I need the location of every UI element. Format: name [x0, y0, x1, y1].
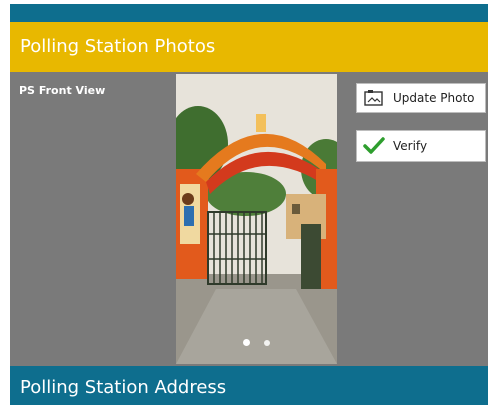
image-icon: [363, 87, 385, 109]
update-photo-button[interactable]: Update Photo: [356, 83, 486, 113]
photo-label: PS Front View: [19, 84, 106, 97]
carousel-indicator: [176, 331, 337, 350]
top-stripe: [10, 4, 488, 22]
section-title: Polling Station Photos: [20, 36, 216, 57]
carousel-dot[interactable]: [263, 340, 270, 346]
checkmark-icon: [363, 135, 385, 157]
section-header: Polling Station Photos: [10, 22, 488, 72]
address-section-header: Polling Station Address: [10, 366, 488, 405]
photo-panel: PS Front View Update Photo Verify: [10, 72, 488, 366]
update-photo-label: Update Photo: [393, 91, 475, 105]
carousel-dot-active[interactable]: [243, 339, 251, 346]
verify-label: Verify: [393, 139, 428, 153]
polling-station-photo[interactable]: [176, 74, 337, 364]
photo-image: [176, 74, 337, 364]
verify-button[interactable]: Verify: [356, 130, 486, 162]
address-section-title: Polling Station Address: [20, 377, 227, 398]
